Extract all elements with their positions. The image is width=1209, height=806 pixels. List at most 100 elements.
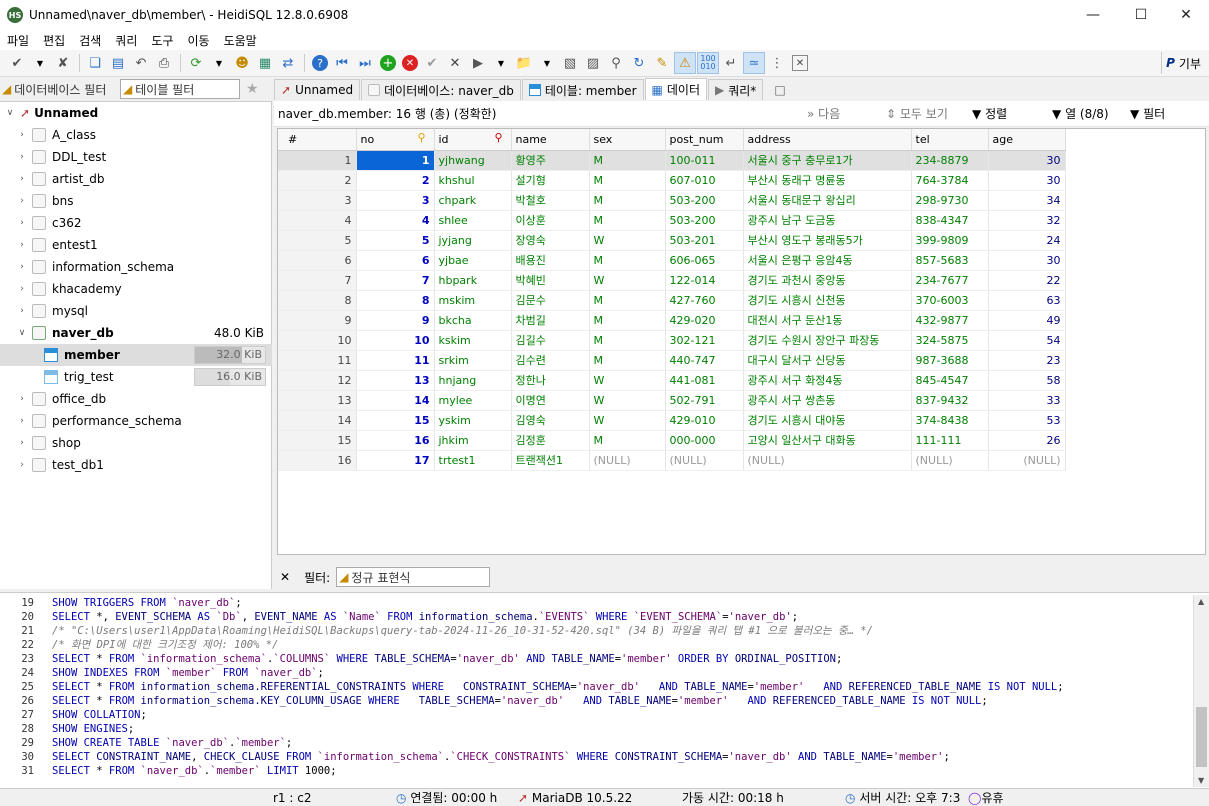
menu-file[interactable]: 파일 [0, 32, 36, 49]
table-row[interactable]: 16 17 trtest1 트랜잭션1 (NULL) (NULL) (NULL) (NULL)… [278, 450, 1066, 471]
cell-sex[interactable]: W [589, 390, 666, 411]
cell-id[interactable]: yjbae [434, 250, 512, 271]
cell-no[interactable]: 6 [356, 250, 435, 271]
cell-no[interactable]: 8 [356, 290, 435, 311]
insert-row-icon[interactable]: + [380, 55, 396, 71]
chevron-right-icon[interactable]: › [16, 152, 28, 162]
disconnect-icon[interactable]: ✘ [52, 52, 74, 74]
cell-name[interactable]: 박철호 [511, 190, 590, 211]
cell-no[interactable]: 15 [356, 410, 435, 431]
column-header-sex[interactable]: sex [589, 129, 666, 151]
cell-sex[interactable]: M [589, 430, 666, 451]
cell-post_num[interactable]: 440-747 [665, 350, 744, 371]
cell-age[interactable]: 23 [988, 350, 1066, 371]
cell-sex[interactable]: M [589, 350, 666, 371]
cell-sex[interactable]: M [589, 190, 666, 211]
cell-name[interactable]: 김수련 [511, 350, 590, 371]
export-icon[interactable]: ⇄ [277, 52, 299, 74]
cell-id[interactable]: shlee [434, 210, 512, 231]
cancel-icon[interactable]: ✕ [444, 52, 466, 74]
refresh-icon[interactable]: ⟳ [185, 52, 207, 74]
column-header-rownum[interactable]: # [278, 129, 357, 151]
chevron-right-icon[interactable]: › [16, 196, 28, 206]
cell-sex[interactable]: M [589, 250, 666, 271]
tree-db-entest1[interactable]: › entest1 [0, 234, 272, 256]
cell-address[interactable]: 서울시 동대문구 왕십리 [743, 190, 912, 211]
dropdown-arrow-icon[interactable]: ▼ [490, 52, 512, 74]
cell-name[interactable]: 김길수 [511, 330, 590, 351]
chevron-right-icon[interactable]: › [16, 174, 28, 184]
tree-table-member[interactable]: member 32.0 KiB [0, 344, 272, 366]
tree-db-mysql[interactable]: › mysql [0, 300, 272, 322]
table-row[interactable]: 8 8 mskim 김문수 M 427-760 경기도 시흥시 신천동 370-6003 63 [278, 290, 1066, 311]
table-row[interactable]: 10 10 kskim 김길수 M 302-121 경기도 수원시 장안구 파장동 324-5… [278, 330, 1066, 351]
cell-no[interactable]: 7 [356, 270, 435, 291]
table-row[interactable]: 1 1 yjhwang 황영주 M 100-011 서울시 중구 충무로1가 234-8879… [278, 150, 1066, 171]
tab-query[interactable]: ▶ 쿼리* [707, 79, 764, 100]
help-icon[interactable]: ? [312, 55, 328, 71]
cell-name[interactable]: 김문수 [511, 290, 590, 311]
cell-tel[interactable]: 837-9432 [911, 390, 989, 411]
menu-goto[interactable]: 이동 [180, 32, 216, 49]
cell-rownum[interactable]: 9 [278, 310, 357, 331]
table-row[interactable]: 12 13 hnjang 정한나 W 441-081 광주시 서구 화정4동 845-4547… [278, 370, 1066, 391]
table-row[interactable]: 7 7 hbpark 박혜빈 W 122-014 경기도 과천시 중앙동 234-7677 22 [278, 270, 1066, 291]
tree-db-performance_schema[interactable]: › performance_schema [0, 410, 272, 432]
tree-db-khacademy[interactable]: › khacademy [0, 278, 272, 300]
cell-id[interactable]: chpark [434, 190, 512, 211]
first-record-icon[interactable]: ⏮ [331, 52, 353, 74]
cell-post_num[interactable]: 502-791 [665, 390, 744, 411]
cell-age[interactable]: 30 [988, 170, 1066, 191]
cell-rownum[interactable]: 8 [278, 290, 357, 311]
more-icon[interactable]: ⋮ [766, 52, 788, 74]
cell-age[interactable]: 30 [988, 250, 1066, 271]
tab-host[interactable]: ➚ Unnamed [274, 79, 361, 100]
table-row[interactable]: 14 15 yskim 김영숙 W 429-010 경기도 시흥시 대야동 374-8438 5… [278, 410, 1066, 431]
cell-rownum[interactable]: 12 [278, 370, 357, 391]
cell-no[interactable]: 16 [356, 430, 435, 451]
tree-db-office_db[interactable]: › office_db [0, 388, 272, 410]
sort-button[interactable]: ▼ 정렬 [972, 105, 1007, 122]
cell-address[interactable]: 고양시 일산서구 대화동 [743, 430, 912, 451]
cell-no[interactable]: 5 [356, 230, 435, 251]
table-row[interactable]: 15 16 jhkim 김정훈 M 000-000 고양시 일산서구 대화동 111-111 2… [278, 430, 1066, 451]
chevron-right-icon[interactable]: › [16, 460, 28, 470]
cell-name[interactable]: 박혜빈 [511, 270, 590, 291]
chevron-right-icon[interactable]: › [16, 130, 28, 140]
tree-db-bns[interactable]: › bns [0, 190, 272, 212]
column-header-address[interactable]: address [743, 129, 912, 151]
cell-tel[interactable]: 432-9877 [911, 310, 989, 331]
cell-rownum[interactable]: 3 [278, 190, 357, 211]
cell-tel[interactable]: 857-5683 [911, 250, 989, 271]
cell-name[interactable]: 이명연 [511, 390, 590, 411]
cell-name[interactable]: 트랜잭션1 [511, 450, 590, 471]
chevron-right-icon[interactable]: › [16, 284, 28, 294]
save-snippet-icon[interactable]: ▨ [582, 52, 604, 74]
column-header-post_num[interactable]: post_num [665, 129, 744, 151]
menu-search[interactable]: 검색 [72, 32, 108, 49]
cell-post_num[interactable]: 503-200 [665, 190, 744, 211]
user-manager-icon[interactable]: ☻ [231, 52, 253, 74]
tree-db-A_class[interactable]: › A_class [0, 124, 272, 146]
cell-name[interactable]: 배용진 [511, 250, 590, 271]
cell-sex[interactable]: W [589, 370, 666, 391]
tree-table-trig_test[interactable]: trig_test 16.0 KiB [0, 366, 272, 388]
maintenance-icon[interactable]: ▦ [254, 52, 276, 74]
chevron-right-icon[interactable]: › [16, 438, 28, 448]
cell-tel[interactable]: 845-4547 [911, 370, 989, 391]
cell-address[interactable]: 대구시 달서구 신당동 [743, 350, 912, 371]
column-header-tel[interactable]: tel [911, 129, 989, 151]
cell-sex[interactable]: M [589, 330, 666, 351]
chevron-right-icon[interactable]: › [16, 416, 28, 426]
cell-rownum[interactable]: 7 [278, 270, 357, 291]
cell-post_num[interactable]: 302-121 [665, 330, 744, 351]
cell-age[interactable]: 63 [988, 290, 1066, 311]
cell-post_num[interactable]: 441-081 [665, 370, 744, 391]
cell-address[interactable]: 부산시 동래구 명륜동 [743, 170, 912, 191]
cell-post_num[interactable]: 100-011 [665, 150, 744, 171]
cell-age[interactable]: 53 [988, 410, 1066, 431]
scroll-down-icon[interactable]: ▼ [1198, 776, 1204, 785]
column-header-name[interactable]: name [511, 129, 590, 151]
cell-address[interactable]: 대전시 서구 둔산1동 [743, 310, 912, 331]
last-record-icon[interactable]: ⏭ [354, 52, 376, 74]
